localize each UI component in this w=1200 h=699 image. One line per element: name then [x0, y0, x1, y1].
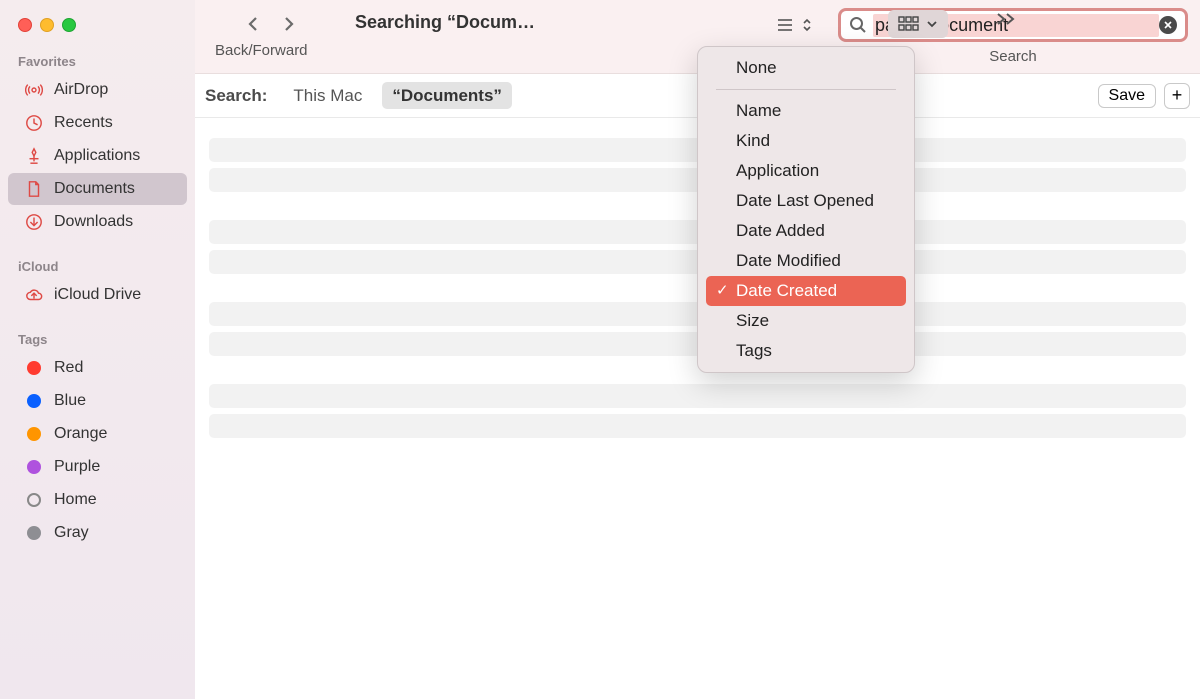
group-by-control — [888, 10, 948, 38]
sidebar-item-blue[interactable]: Blue — [8, 385, 187, 417]
group-menu-item[interactable]: Application — [706, 156, 906, 186]
cloud-icon — [24, 285, 44, 305]
group-menu-item[interactable]: Size — [706, 306, 906, 336]
group-by-menu: NoneNameKindApplicationDate Last OpenedD… — [697, 46, 915, 373]
sidebar: Favorites AirDrop Recents Applications Docum… — [0, 0, 195, 699]
back-forward-group: Back/Forward — [215, 10, 308, 59]
group-by-button[interactable] — [888, 10, 948, 38]
back-button[interactable] — [245, 16, 261, 32]
sidebar-item-applications[interactable]: Applications — [8, 140, 187, 172]
tag-color-icon — [24, 457, 44, 477]
minimize-window-button[interactable] — [40, 18, 54, 32]
sidebar-item-label: Orange — [54, 425, 107, 443]
tag-color-icon — [24, 391, 44, 411]
sidebar-item-red[interactable]: Red — [8, 352, 187, 384]
scope-label: Search: — [205, 86, 267, 106]
sidebar-item-label: Documents — [54, 180, 135, 198]
sidebar-item-home[interactable]: Home — [8, 484, 187, 516]
window-title: Searching “Docum… — [335, 6, 535, 33]
tag-color-icon — [24, 424, 44, 444]
result-placeholder-group — [209, 384, 1186, 438]
close-window-button[interactable] — [18, 18, 32, 32]
window-controls — [0, 8, 195, 46]
toolbar-overflow-button[interactable] — [995, 10, 1019, 33]
apps-icon — [24, 146, 44, 166]
search-icon — [849, 16, 867, 34]
result-placeholder-row — [209, 414, 1186, 438]
sidebar-item-downloads[interactable]: Downloads — [8, 206, 187, 238]
sidebar-item-label: Gray — [54, 524, 89, 542]
sidebar-item-label: Downloads — [54, 213, 133, 231]
sidebar-item-airdrop[interactable]: AirDrop — [8, 74, 187, 106]
sidebar-item-label: Purple — [54, 458, 100, 476]
group-menu-item[interactable]: Date Created — [706, 276, 906, 306]
tag-color-icon — [24, 490, 44, 510]
group-menu-item[interactable]: Tags — [706, 336, 906, 366]
sidebar-item-documents[interactable]: Documents — [8, 173, 187, 205]
sidebar-item-orange[interactable]: Orange — [8, 418, 187, 450]
sidebar-item-label: Red — [54, 359, 83, 377]
sidebar-item-icloud-drive[interactable]: iCloud Drive — [8, 279, 187, 311]
zoom-window-button[interactable] — [62, 18, 76, 32]
sidebar-item-recents[interactable]: Recents — [8, 107, 187, 139]
sidebar-section-title: Favorites — [0, 46, 195, 73]
clock-icon — [24, 113, 44, 133]
forward-button[interactable] — [281, 16, 297, 32]
sidebar-item-label: Blue — [54, 392, 86, 410]
scope-option[interactable]: This Mac — [283, 82, 372, 109]
save-search-button[interactable]: Save — [1098, 84, 1156, 108]
sidebar-item-label: Recents — [54, 114, 113, 132]
back-forward-label: Back/Forward — [215, 42, 308, 59]
sidebar-item-label: Home — [54, 491, 97, 509]
group-menu-item[interactable]: Kind — [706, 126, 906, 156]
sidebar-item-purple[interactable]: Purple — [8, 451, 187, 483]
document-icon — [24, 179, 44, 199]
group-menu-item[interactable]: Date Added — [706, 216, 906, 246]
view-button[interactable] — [770, 10, 818, 34]
clear-search-button[interactable] — [1159, 16, 1177, 34]
search-label: Search — [989, 48, 1037, 65]
sidebar-item-label: AirDrop — [54, 81, 108, 99]
group-menu-item[interactable]: Name — [706, 96, 906, 126]
sidebar-item-gray[interactable]: Gray — [8, 517, 187, 549]
sidebar-section-title: Tags — [0, 324, 195, 351]
sidebar-section-title: iCloud — [0, 251, 195, 278]
airdrop-icon — [24, 80, 44, 100]
group-menu-item[interactable]: Date Modified — [706, 246, 906, 276]
add-criteria-button[interactable]: + — [1164, 83, 1190, 109]
scope-option[interactable]: “Documents” — [382, 82, 512, 109]
result-placeholder-row — [209, 384, 1186, 408]
group-menu-item[interactable]: None — [706, 53, 906, 83]
sidebar-item-label: Applications — [54, 147, 140, 165]
menu-divider — [716, 89, 896, 90]
sidebar-item-label: iCloud Drive — [54, 286, 141, 304]
group-menu-item[interactable]: Date Last Opened — [706, 186, 906, 216]
tag-color-icon — [24, 523, 44, 543]
download-icon — [24, 212, 44, 232]
tag-color-icon — [24, 358, 44, 378]
